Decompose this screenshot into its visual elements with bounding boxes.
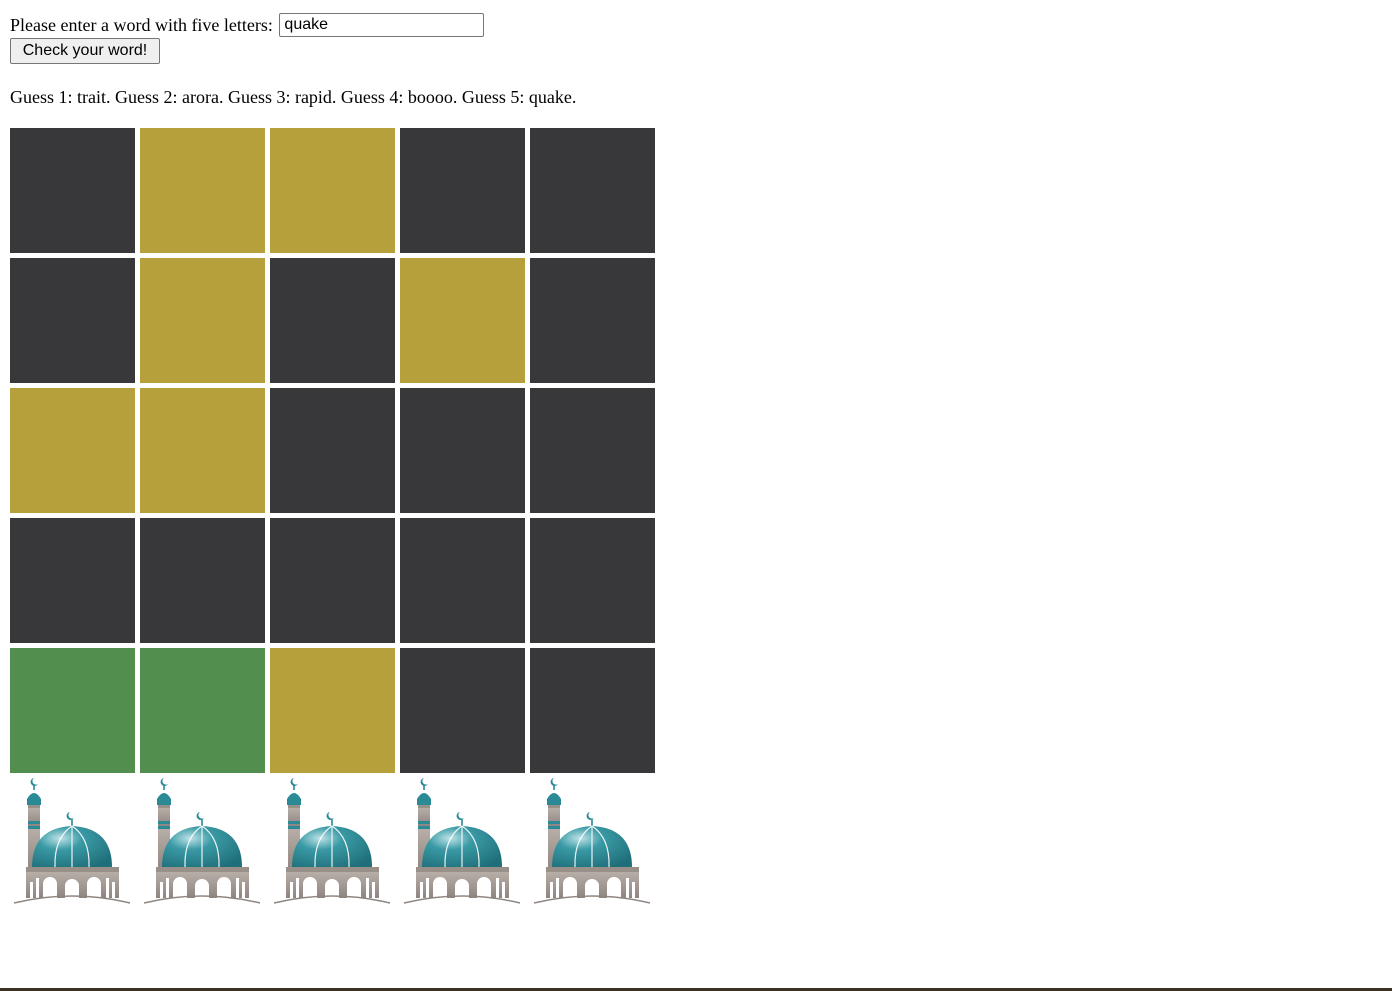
mosque-icon	[270, 776, 395, 906]
tile-present	[270, 128, 395, 253]
mosque-icon	[140, 776, 265, 906]
tile-absent	[530, 518, 655, 643]
tile-absent	[530, 388, 655, 513]
tile-absent	[10, 128, 135, 253]
tile-absent	[400, 128, 525, 253]
tile-absent	[400, 388, 525, 513]
grid-row	[10, 518, 655, 643]
tile-absent	[400, 518, 525, 643]
mosque-icon-row	[10, 776, 655, 906]
grid-row	[10, 128, 655, 253]
word-prompt-label: Please enter a word with five letters:	[10, 14, 273, 35]
grid-row	[10, 388, 655, 513]
mosque-icon	[400, 776, 525, 906]
tile-absent	[10, 258, 135, 383]
tile-absent	[270, 258, 395, 383]
check-word-button[interactable]: Check your word!	[10, 38, 160, 64]
grid-row	[10, 648, 655, 773]
tile-present	[270, 648, 395, 773]
tile-present	[10, 388, 135, 513]
tile-absent	[10, 518, 135, 643]
tile-present	[400, 258, 525, 383]
guess-history: Guess 1: trait. Guess 2: arora. Guess 3:…	[10, 87, 577, 107]
mosque-icon	[530, 776, 655, 906]
guess-grid	[10, 128, 655, 778]
tile-absent	[530, 648, 655, 773]
tile-absent	[530, 128, 655, 253]
mosque-icon	[10, 776, 135, 906]
tile-present	[140, 258, 265, 383]
tile-absent	[270, 388, 395, 513]
word-input[interactable]	[279, 12, 485, 37]
tile-absent	[140, 518, 265, 643]
grid-row	[10, 258, 655, 383]
tile-correct	[10, 648, 135, 773]
tile-absent	[400, 648, 525, 773]
tile-present	[140, 388, 265, 513]
tile-absent	[530, 258, 655, 383]
word-entry-form: Please enter a word with five letters:	[10, 10, 485, 38]
tile-correct	[140, 648, 265, 773]
tile-present	[140, 128, 265, 253]
tile-absent	[270, 518, 395, 643]
